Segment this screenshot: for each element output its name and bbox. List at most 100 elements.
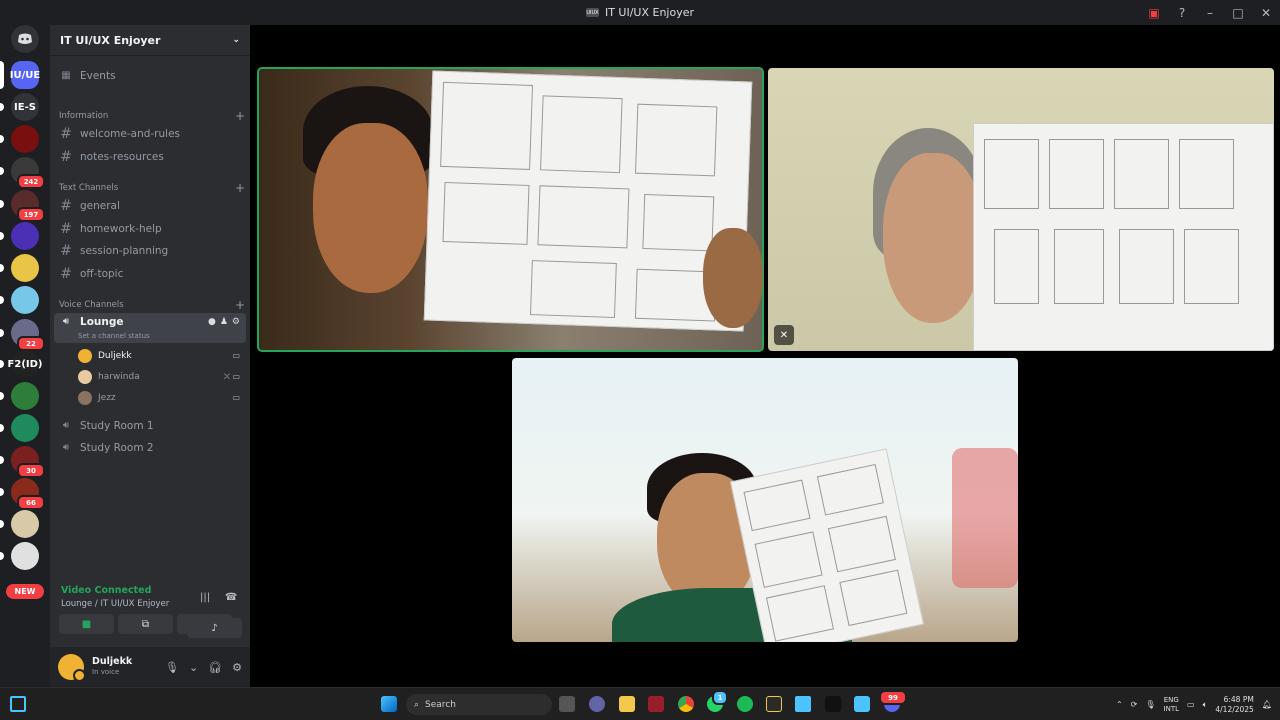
app-icon[interactable] (766, 696, 782, 712)
voice-status[interactable]: Video Connected (61, 585, 151, 596)
spotify-icon[interactable] (737, 696, 753, 712)
discord-home-icon[interactable] (11, 25, 39, 53)
server-icon[interactable]: 66 (11, 478, 45, 510)
voice-user[interactable]: harwinda ⛌ ▭ (78, 367, 246, 386)
sketch-paper (973, 123, 1274, 351)
minimize-button[interactable]: – (1196, 0, 1224, 25)
voice-channel-study-room-2[interactable]: 🔊︎ Study Room 2 (54, 437, 246, 458)
voice-channel-lounge[interactable]: 🔊︎ Lounge Set a channel status ● ♟ ⚙ (54, 313, 246, 343)
background-object (952, 448, 1018, 588)
search-placeholder: Search (425, 699, 456, 710)
server-icon[interactable]: 30 (11, 446, 45, 478)
notification-bell-icon[interactable]: 🔔︎ (1262, 700, 1272, 709)
network-icon[interactable]: ▭ (1187, 700, 1195, 709)
channel-session-planning[interactable]: # session-planning (54, 240, 246, 261)
add-channel-icon[interactable]: + (235, 298, 245, 312)
soundboard-button[interactable]: ♪ (187, 618, 242, 638)
add-channel-icon[interactable]: + (235, 109, 245, 123)
server-icon[interactable] (11, 286, 39, 314)
add-channel-icon[interactable]: + (235, 181, 245, 195)
whatsapp-icon[interactable]: 1 (707, 690, 728, 712)
server-icon[interactable]: IU/UE (10, 61, 40, 89)
sync-icon[interactable]: ⟳ (1131, 700, 1138, 709)
language-indicator[interactable]: ENG INTL (1164, 696, 1179, 714)
channel-general[interactable]: # general (54, 195, 246, 216)
voice-location[interactable]: Lounge / IT UI/UX Enjoyer (61, 599, 169, 609)
server-header[interactable]: IT UI/UX Enjoyer ⌄ (50, 25, 250, 56)
teams-icon[interactable] (589, 696, 605, 712)
settings-icon[interactable]: ⚙ (232, 317, 240, 327)
widgets-icon[interactable] (10, 696, 26, 712)
video-tile[interactable] (512, 358, 1018, 642)
inbox-icon[interactable]: ▣ (1140, 0, 1168, 25)
file-explorer-icon[interactable] (619, 696, 635, 712)
user-avatar[interactable] (58, 654, 86, 682)
unread-pill (0, 329, 4, 337)
channel-status[interactable]: Set a channel status (78, 332, 150, 340)
lang-top: ENG (1163, 695, 1179, 704)
server-icon[interactable]: 197 (11, 190, 45, 222)
app-icon[interactable] (648, 696, 664, 712)
voice-user[interactable]: Duljekk ▭ (78, 346, 246, 365)
channel-off-topic[interactable]: # off-topic (54, 263, 246, 284)
user-name[interactable]: Duljekk (92, 656, 132, 667)
server-icon[interactable] (11, 414, 39, 442)
camera-button[interactable]: ■ (59, 614, 114, 634)
mention-badge: 30 (17, 463, 45, 478)
clock[interactable]: 6:48 PM 4/12/2025 (1215, 695, 1253, 715)
chrome-icon[interactable] (678, 696, 694, 712)
category-voice-channels[interactable]: Voice Channels + (59, 298, 245, 312)
maximize-button[interactable]: □ (1224, 0, 1252, 25)
volume-icon[interactable]: 🔈︎ (1203, 700, 1208, 710)
server-icon[interactable] (11, 254, 39, 282)
notepad-icon[interactable] (854, 696, 870, 712)
start-icon[interactable] (381, 696, 397, 712)
server-icon[interactable] (11, 222, 39, 250)
microphone-icon[interactable]: 🎙︎ (165, 661, 179, 674)
server-icon[interactable]: F2(ID) (8, 350, 42, 378)
help-icon[interactable]: ? (1168, 0, 1196, 25)
channel-homework-help[interactable]: # homework-help (54, 218, 246, 239)
channel-label: Study Room 2 (80, 441, 154, 454)
gear-icon[interactable]: ⚙ (232, 661, 242, 674)
category-information[interactable]: Information + (59, 109, 245, 123)
app-icon[interactable] (795, 696, 811, 712)
category-text-channels[interactable]: Text Channels + (59, 181, 245, 195)
voice-channel-study-room-1[interactable]: 🔊︎ Study Room 1 (54, 415, 246, 436)
discord-icon[interactable]: 99 (879, 690, 907, 712)
invite-icon[interactable]: ♟ (220, 317, 228, 327)
server-icon[interactable] (11, 542, 39, 570)
speaker-icon: 🔊︎ (62, 420, 70, 431)
noise-suppression-icon[interactable]: ||| (200, 592, 210, 603)
voice-user[interactable]: Jezz ▭ (78, 388, 246, 407)
chevron-down-icon[interactable]: ⌄ (189, 661, 198, 674)
screen-share-button[interactable]: ⧉ (118, 614, 173, 634)
server-icon[interactable]: 242 (11, 157, 45, 189)
disconnect-icon[interactable]: ☎ (225, 592, 237, 603)
chat-icon[interactable]: ● (208, 317, 216, 327)
server-icon[interactable] (11, 382, 39, 410)
search-icon: ⌕ (414, 699, 420, 710)
close-button[interactable]: ✕ (1252, 0, 1280, 25)
video-tile[interactable] (257, 67, 764, 352)
category-label: Voice Channels (59, 300, 124, 310)
server-icon[interactable]: 22 (11, 319, 45, 351)
channel-notes-resources[interactable]: # notes-resources (54, 146, 246, 167)
server-icon[interactable] (11, 125, 39, 153)
microphone-icon[interactable]: 🎙︎ (1145, 700, 1155, 709)
task-view-icon[interactable] (559, 696, 575, 712)
unread-pill (0, 61, 4, 89)
chevron-up-icon[interactable]: ⌃ (1116, 700, 1123, 709)
server-icon[interactable] (11, 510, 39, 538)
mention-badge: 66 (17, 495, 45, 510)
new-badge[interactable]: NEW (6, 584, 44, 599)
muted-icon: ✕ (774, 325, 794, 345)
headphones-icon[interactable]: 🎧︎ (208, 661, 222, 674)
events-item[interactable]: ▦ Events (54, 65, 246, 86)
server-icon[interactable]: IE-S (11, 93, 39, 121)
hash-icon: # (60, 148, 72, 165)
search-box[interactable]: ⌕ Search (406, 694, 552, 715)
video-tile[interactable]: ✕ (768, 68, 1274, 351)
channel-welcome-and-rules[interactable]: # welcome-and-rules (54, 123, 246, 144)
audio-app-icon[interactable] (825, 696, 841, 712)
